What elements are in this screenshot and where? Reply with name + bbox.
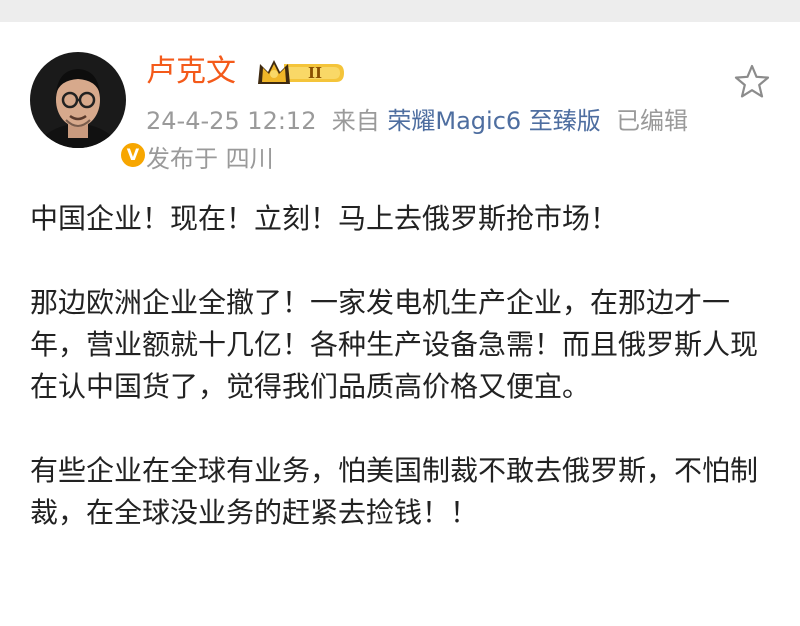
source-prefix: 来自 bbox=[331, 107, 380, 135]
post-location: 发布于 四川 bbox=[146, 145, 274, 173]
source-device-link[interactable]: 荣耀Magic6 至臻版 bbox=[387, 107, 600, 135]
avatar-icon bbox=[30, 52, 126, 148]
star-icon[interactable] bbox=[732, 62, 772, 102]
content-paragraph: 中国企业！现在！立刻！马上去俄罗斯抢市场！ bbox=[30, 202, 619, 235]
vip-level-text: II bbox=[308, 64, 322, 82]
post-time: 24-4-25 12:12 bbox=[146, 107, 317, 135]
top-bar bbox=[0, 0, 800, 22]
content-paragraph: 那边欧洲企业全撤了！一家发电机生产企业，在那边才一年，营业额就十几亿！各种生产设… bbox=[30, 286, 759, 403]
author-name[interactable]: 卢克文 bbox=[146, 52, 236, 92]
post-meta: 24-4-25 12:12 来自 荣耀Magic6 至臻版 已编辑 发布于 四川 bbox=[146, 102, 766, 178]
weibo-post: V 卢克文 II 24-4-25 12:12 来自 荣耀Magic6 至臻版 已… bbox=[0, 22, 800, 626]
verified-badge: V bbox=[118, 140, 148, 170]
avatar[interactable]: V bbox=[30, 52, 148, 170]
content-paragraph: 有些企业在全球有业务，怕美国制裁不敢去俄罗斯，不怕制裁，在全球没业务的赶紧去捡钱… bbox=[30, 454, 759, 529]
edited-label[interactable]: 已编辑 bbox=[616, 107, 688, 135]
post-content: 中国企业！现在！立刻！马上去俄罗斯抢市场！ 那边欧洲企业全撤了！一家发电机生产企… bbox=[30, 198, 778, 576]
crown-badge-icon[interactable]: II bbox=[256, 56, 346, 90]
